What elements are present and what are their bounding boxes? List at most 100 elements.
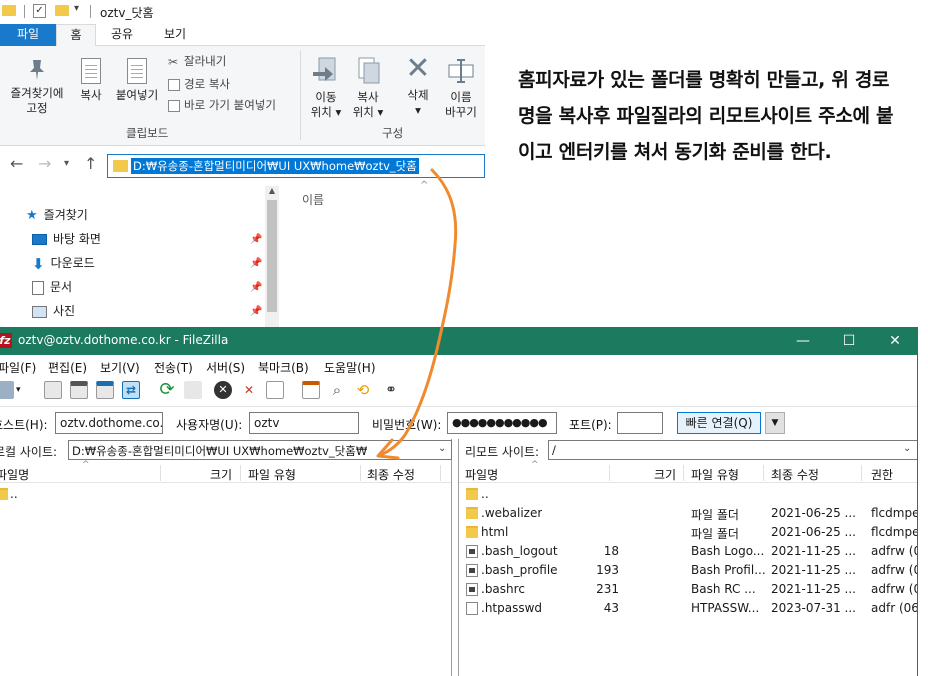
remote-list-row[interactable]: .bash_logout 18 Bash Logo... 2021-11-25 ...… (459, 542, 917, 561)
tab-share[interactable]: 공유 (100, 24, 144, 46)
column-divider[interactable] (240, 465, 241, 481)
search-binoculars-icon[interactable]: ⚭ (382, 381, 400, 399)
navigation-scrollbar[interactable]: ▲ (265, 186, 279, 328)
address-path-selected[interactable]: D:₩유송종-혼합멀티미디어₩UI UX₩home₩oztv_닷홈 (131, 158, 419, 174)
column-divider[interactable] (683, 465, 684, 481)
nav-item-documents[interactable]: 문서 (32, 278, 72, 295)
local-tree-icon[interactable] (70, 381, 88, 399)
nav-item-desktop[interactable]: 바탕 화면 (32, 230, 101, 247)
menu-file[interactable]: 파일(F) (0, 359, 36, 376)
site-manager-icon[interactable] (0, 381, 14, 399)
column-divider[interactable] (440, 465, 441, 481)
local-site-path-field[interactable]: D:₩유송종-혼합멀티미디어₩UI UX₩home₩oztv_닷홈₩ (68, 440, 452, 460)
new-folder-icon[interactable] (55, 5, 69, 16)
back-arrow-icon[interactable]: ← (10, 154, 23, 173)
menu-transfer[interactable]: 전송(T) (154, 359, 193, 376)
column-divider[interactable] (609, 465, 610, 481)
pin-icon[interactable]: 📌 (250, 282, 262, 293)
quickconnect-button[interactable]: 빠른 연결(Q) (677, 412, 761, 434)
copy-to-button[interactable]: 복사 위치 ▾ (348, 56, 388, 120)
column-divider[interactable] (763, 465, 764, 481)
column-size[interactable]: 크기 (210, 466, 232, 483)
customize-dropdown-icon[interactable]: ▾ (74, 3, 79, 14)
column-divider[interactable] (861, 465, 862, 481)
remote-list-row[interactable]: .bashrc 231 Bash RC ... 2021-11-25 ... adfrw… (459, 580, 917, 599)
paste-shortcut-button[interactable]: 바로 가기 붙여넣기 (168, 98, 276, 112)
cut-button[interactable]: ✂ 잘라내기 (168, 54, 226, 68)
compare-icon[interactable]: ⌕ (328, 381, 346, 399)
remote-site-dropdown-icon[interactable]: ⌄ (903, 443, 911, 454)
process-queue-icon[interactable] (184, 381, 202, 399)
delete-button[interactable]: ✕ 삭제 ▾ (400, 54, 436, 118)
tab-file[interactable]: 파일 (0, 24, 56, 46)
nav-item-downloads[interactable]: ⬇ 다운로드 (32, 254, 95, 273)
remote-list-row[interactable]: .bash_profile 193 Bash Profil... 2021-11-25… (459, 561, 917, 580)
properties-icon[interactable]: ✓ (33, 4, 46, 18)
sync-browse-icon[interactable]: ⟲ (354, 381, 372, 399)
menu-view[interactable]: 보기(V) (100, 359, 140, 376)
remote-site-path-field[interactable]: / (548, 440, 917, 460)
forward-arrow-icon[interactable]: → (38, 154, 51, 173)
message-log-icon[interactable] (44, 381, 62, 399)
port-field[interactable] (617, 412, 663, 434)
menu-bookmarks[interactable]: 북마크(B) (258, 359, 309, 376)
pin-to-quick-access-button[interactable]: 즐겨찾기에 고정 (4, 58, 70, 116)
menu-edit[interactable]: 편집(E) (48, 359, 87, 376)
maximize-button[interactable]: ☐ (826, 330, 872, 352)
nav-item-pictures[interactable]: 사진 (32, 302, 75, 319)
up-arrow-icon[interactable]: ↑ (84, 154, 97, 173)
column-filename[interactable]: 파일명 (465, 466, 498, 483)
remote-list-row[interactable]: .. (459, 485, 917, 504)
remote-tree-icon[interactable] (96, 381, 114, 399)
scrollbar-thumb[interactable] (267, 200, 277, 312)
tab-view[interactable]: 보기 (150, 24, 200, 46)
delete-dropdown-icon[interactable]: ▾ (400, 103, 436, 118)
address-bar[interactable]: D:₩유송종-혼합멀티미디어₩UI UX₩home₩oztv_닷홈 (107, 154, 485, 178)
transfer-queue-icon[interactable]: ⇄ (122, 381, 140, 399)
instruction-text: 홈피자료가 있는 폴더를 명확히 만들고, 위 경로명을 복사후 파일질라의 리… (518, 69, 894, 163)
local-list-row[interactable]: .. (0, 485, 451, 504)
star-icon: ★ (26, 208, 38, 223)
file-type: HTPASSW... (691, 601, 760, 615)
menu-server[interactable]: 서버(S) (206, 359, 245, 376)
tab-home[interactable]: 홈 (56, 24, 96, 46)
column-filetype[interactable]: 파일 유형 (248, 466, 296, 483)
minimize-button[interactable]: — (780, 330, 826, 352)
disconnect-icon[interactable]: ✕ (240, 381, 258, 399)
rename-button[interactable]: 이름 바꾸기 (440, 56, 482, 120)
local-site-dropdown-icon[interactable]: ⌄ (438, 443, 446, 454)
filter-icon[interactable] (302, 381, 320, 399)
column-filename[interactable]: 파일명 (0, 466, 29, 483)
column-header-name[interactable]: 이름 (302, 191, 324, 208)
recent-locations-dropdown-icon[interactable]: ▾ (64, 158, 69, 169)
copy-path-button[interactable]: 경로 복사 (168, 77, 230, 91)
column-permissions[interactable]: 권한 (871, 466, 893, 483)
pin-icon[interactable]: 📌 (250, 258, 262, 269)
close-button[interactable]: ✕ (872, 330, 917, 352)
remote-list-row[interactable]: .htpasswd 43 HTPASSW... 2023-07-31 ... adfr … (459, 599, 917, 618)
cancel-icon[interactable]: ✕ (214, 381, 232, 399)
pin-icon[interactable]: 📌 (250, 306, 262, 317)
move-to-button[interactable]: 이동 위치 ▾ (306, 56, 346, 120)
paste-button[interactable]: 붙여넣기 (112, 58, 162, 103)
reconnect-icon[interactable] (266, 381, 284, 399)
column-divider[interactable] (160, 465, 161, 481)
remote-list-row[interactable]: html 파일 폴더 2021-06-25 ... flcdmpe (459, 523, 917, 542)
column-size[interactable]: 크기 (654, 466, 676, 483)
menu-help[interactable]: 도움말(H) (324, 359, 376, 376)
scroll-up-icon[interactable]: ▲ (265, 186, 279, 195)
remote-list-row[interactable]: .webalizer 파일 폴더 2021-06-25 ... flcdmpe (459, 504, 917, 523)
host-field[interactable]: oztv.dothome.co.kr (55, 412, 163, 434)
username-field[interactable]: oztv (249, 412, 359, 434)
quickconnect-dropdown-icon[interactable]: ▼ (765, 412, 785, 434)
nav-item-quick-access[interactable]: ★ 즐겨찾기 (26, 206, 88, 223)
pin-icon[interactable]: 📌 (250, 234, 262, 245)
refresh-icon[interactable]: ⟳ (158, 381, 176, 399)
column-divider[interactable] (360, 465, 361, 481)
copy-button[interactable]: 복사 (74, 58, 108, 103)
password-field[interactable]: ●●●●●●●●●●● (447, 412, 557, 434)
site-manager-dropdown-icon[interactable]: ▾ (16, 385, 21, 395)
column-modified[interactable]: 최종 수정 (771, 466, 819, 483)
column-filetype[interactable]: 파일 유형 (691, 466, 739, 483)
column-modified[interactable]: 최종 수정 (367, 466, 415, 483)
